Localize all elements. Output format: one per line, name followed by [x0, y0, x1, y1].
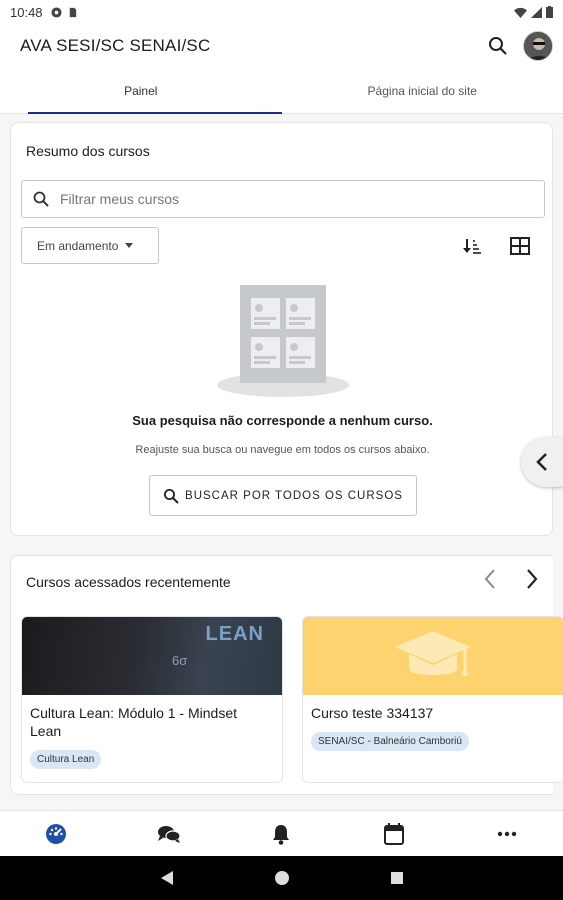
course-thumbnail: LEAN 6σ [22, 617, 282, 695]
nav-notifications[interactable] [225, 811, 338, 856]
course-filter-input[interactable] [60, 191, 500, 207]
bottom-navigation [0, 810, 563, 856]
course-name[interactable]: Curso teste 334137 [311, 704, 551, 722]
sort-icon [463, 239, 481, 254]
signal-icon [531, 6, 542, 18]
status-time: 10:48 [10, 4, 43, 20]
course-overview-title: Resumo dos cursos [26, 143, 150, 159]
app-bar: AVA SESI/SC SENAI/SC [0, 24, 563, 68]
course-status-dropdown[interactable]: Em andamento [21, 227, 159, 264]
empty-state-subtitle: Reajuste sua busca ou navegue em todos o… [135, 444, 430, 456]
notifications-icon [273, 824, 290, 845]
back-icon[interactable] [160, 870, 174, 886]
recents-icon[interactable] [390, 871, 404, 885]
wifi-icon [514, 7, 527, 18]
more-icon [497, 831, 516, 836]
course-thumbnail [303, 617, 563, 695]
sd-card-icon [69, 7, 76, 17]
home-icon[interactable] [274, 870, 290, 886]
dropdown-value: Em andamento [37, 238, 119, 253]
tab-site-home[interactable]: Página inicial do site [282, 68, 563, 113]
chevron-left-icon[interactable] [483, 568, 497, 590]
battery-icon [546, 6, 553, 18]
thumbnail-symbol: 6σ [172, 653, 188, 668]
user-photo-icon [524, 32, 552, 60]
course-category-badge: SENAI/SC - Balneário Camboriú [311, 732, 469, 751]
tab-bar: Painel Página inicial do site [0, 68, 563, 114]
course-card[interactable]: Curso teste 334137 SENAI/SC - Balneário … [302, 616, 563, 783]
messages-icon [157, 825, 181, 843]
course-overview-card: Resumo dos cursos Em andamento Sua pesqu… [10, 122, 553, 536]
search-icon [164, 488, 179, 504]
thumbnail-text: LEAN [205, 623, 264, 645]
recent-courses-title: Cursos acessados recentemente [26, 574, 231, 590]
search-icon [33, 191, 49, 207]
settings-icon [51, 6, 62, 18]
calendar-icon [384, 822, 405, 845]
tab-label: Página inicial do site [367, 83, 477, 98]
tab-painel[interactable]: Painel [0, 68, 282, 114]
tab-label: Painel [124, 83, 158, 98]
browse-all-courses-label: BUSCAR POR TODOS OS CURSOS [185, 489, 403, 502]
recent-courses-card: Cursos acessados recentemente LEAN 6σ Cu… [10, 555, 563, 795]
nav-calendar[interactable] [338, 811, 451, 856]
chevron-right-icon[interactable] [525, 568, 539, 590]
caret-down-icon [125, 243, 134, 248]
course-filter-field[interactable] [21, 180, 545, 218]
grid-view-icon [510, 237, 530, 255]
sort-button[interactable] [458, 231, 488, 261]
graduation-cap-icon [395, 631, 471, 676]
app-title: AVA SESI/SC SENAI/SC [20, 36, 211, 55]
status-bar: 10:48 [0, 0, 563, 24]
chevron-left-icon [536, 453, 547, 471]
system-navigation-bar [0, 856, 563, 900]
course-category-badge: Cultura Lean [30, 750, 102, 769]
drawer-toggle-button[interactable] [521, 437, 563, 487]
course-name[interactable]: Cultura Lean: Módulo 1 - Mindset Lean [30, 704, 270, 740]
course-card[interactable]: LEAN 6σ Cultura Lean: Módulo 1 - Mindset… [21, 616, 283, 783]
nav-messages[interactable] [113, 811, 226, 856]
avatar[interactable] [523, 31, 553, 61]
nav-more[interactable] [450, 811, 563, 856]
empty-courses-illustration [217, 285, 349, 397]
nav-dashboard[interactable] [0, 811, 113, 856]
view-grid-button[interactable] [505, 231, 535, 261]
browse-all-courses-button[interactable]: BUSCAR POR TODOS OS CURSOS [149, 475, 417, 516]
dashboard-icon [46, 823, 67, 844]
search-icon[interactable] [487, 35, 509, 57]
empty-state-title: Sua pesquisa não corresponde a nenhum cu… [132, 413, 433, 428]
